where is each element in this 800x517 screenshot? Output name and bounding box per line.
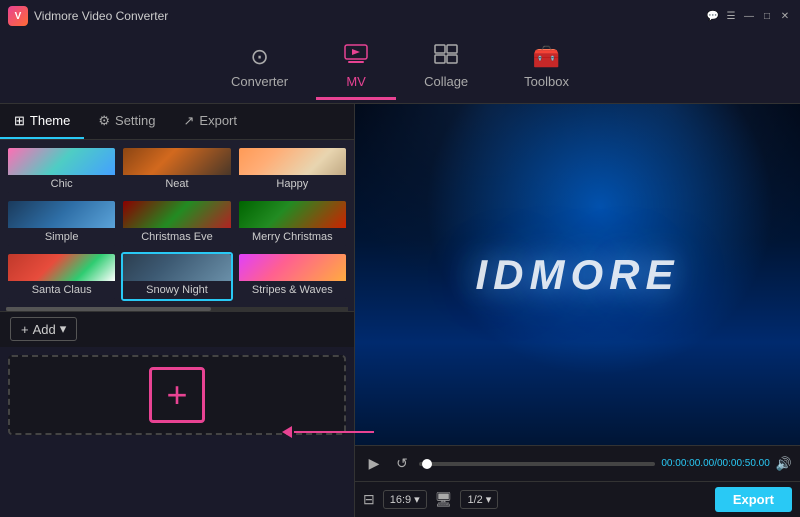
theme-card-christmas-eve[interactable]: Christmas Eve <box>121 199 232 248</box>
theme-grid: Chic Neat Happy Simple Christmas Eve Merry Ch… <box>0 140 354 307</box>
theme-label-simple: Simple <box>8 228 115 246</box>
theme-thumb-snowy-night <box>123 254 230 281</box>
theme-label-stripes-waves: Stripes & Waves <box>239 281 346 299</box>
time-display: 00:00:00.00/00:00:50.00 <box>661 458 769 469</box>
theme-label-chic: Chic <box>8 175 115 193</box>
left-panel: ⊞ Theme ⚙ Setting ↗ Export Chic Neat Happy… <box>0 104 355 517</box>
toolbox-icon: 🧰 <box>533 44 560 70</box>
export-tab-icon: ↗ <box>184 113 195 129</box>
nav-label-toolbox: Toolbox <box>524 74 569 89</box>
theme-tab-icon: ⊞ <box>14 113 25 129</box>
title-bar-left: V Vidmore Video Converter <box>8 6 168 26</box>
progress-dot <box>422 459 432 469</box>
stop-button[interactable]: ↺ <box>391 453 413 475</box>
theme-card-merry-christmas[interactable]: Merry Christmas <box>237 199 348 248</box>
main-content: ⊞ Theme ⚙ Setting ↗ Export Chic Neat Happy… <box>0 104 800 517</box>
mv-icon <box>344 44 368 70</box>
bottom-row: + <box>0 347 354 517</box>
tab-theme[interactable]: ⊞ Theme <box>0 104 84 139</box>
theme-thumb-chic <box>8 148 115 175</box>
preview-watermark: IDMORE <box>476 251 680 299</box>
theme-thumb-neat <box>123 148 230 175</box>
arrow-indicator <box>282 426 374 438</box>
theme-thumb-happy <box>239 148 346 175</box>
theme-label-happy: Happy <box>239 175 346 193</box>
nav-item-converter[interactable]: ⊙ Converter <box>203 36 316 100</box>
theme-card-simple[interactable]: Simple <box>6 199 117 248</box>
tab-setting-label: Setting <box>115 113 155 128</box>
add-icon: + <box>21 322 29 337</box>
tab-export[interactable]: ↗ Export <box>170 104 251 139</box>
preview-background: IDMORE <box>355 104 800 445</box>
theme-thumb-merry-christmas <box>239 201 346 228</box>
media-add-area[interactable]: + <box>8 355 346 435</box>
nav-item-mv[interactable]: MV <box>316 36 396 100</box>
theme-card-neat[interactable]: Neat <box>121 146 232 195</box>
maximize-button[interactable]: □ <box>760 9 774 23</box>
add-media-icon: + <box>166 374 187 416</box>
tab-setting[interactable]: ⚙ Setting <box>84 104 169 139</box>
theme-label-merry-christmas: Merry Christmas <box>239 228 346 246</box>
player-controls: ▶ ↺ 00:00:00.00/00:00:50.00 🔊 <box>355 445 800 481</box>
nav-label-collage: Collage <box>424 74 468 89</box>
theme-card-santa-claus[interactable]: Santa Claus <box>6 252 117 301</box>
minimize-button[interactable]: — <box>742 9 756 23</box>
arrow-line <box>294 431 374 433</box>
nav-label-mv: MV <box>346 74 366 89</box>
right-panel: IDMORE ▶ ↺ 00:00:00.00/00:00:50.00 🔊 ⊟ 1… <box>355 104 800 517</box>
preview-area: IDMORE <box>355 104 800 445</box>
menu-button[interactable]: ☰ <box>724 9 738 23</box>
volume-icon[interactable]: 🔊 <box>776 456 792 472</box>
ratio-value: 16:9 <box>390 494 411 506</box>
theme-thumb-simple <box>8 201 115 228</box>
theme-card-snowy-night[interactable]: Snowy Night <box>121 252 232 301</box>
arrow-head <box>282 426 292 438</box>
screen-dropdown-icon: ▾ <box>486 493 492 506</box>
collage-icon <box>434 44 458 70</box>
app-icon: V <box>8 6 28 26</box>
add-bar: + Add ▾ <box>0 311 354 347</box>
add-button[interactable]: + Add ▾ <box>10 317 77 341</box>
panel-tabs: ⊞ Theme ⚙ Setting ↗ Export <box>0 104 354 140</box>
setting-tab-icon: ⚙ <box>98 113 110 129</box>
export-button[interactable]: Export <box>715 487 792 512</box>
theme-label-neat: Neat <box>123 175 230 193</box>
screen-icon: 🖥 <box>435 491 453 508</box>
theme-card-chic[interactable]: Chic <box>6 146 117 195</box>
theme-card-stripes-waves[interactable]: Stripes & Waves <box>237 252 348 301</box>
play-button[interactable]: ▶ <box>363 453 385 475</box>
nav-bar: ⊙ Converter MV Collage 🧰 Toolbox <box>0 32 800 104</box>
theme-label-snowy-night: Snowy Night <box>123 281 230 299</box>
nav-label-converter: Converter <box>231 74 288 89</box>
bottom-bar: ⊟ 16:9 ▾ 🖥 1/2 ▾ Export <box>355 481 800 517</box>
ratio-selector[interactable]: 16:9 ▾ <box>383 490 427 509</box>
converter-icon: ⊙ <box>250 44 268 70</box>
nav-item-collage[interactable]: Collage <box>396 36 496 100</box>
theme-card-happy[interactable]: Happy <box>237 146 348 195</box>
theme-thumb-christmas-eve <box>123 201 230 228</box>
screen-selector[interactable]: 1/2 ▾ <box>460 490 498 509</box>
add-dropdown-icon: ▾ <box>60 321 67 337</box>
aspect-ratio-icon: ⊟ <box>363 491 375 508</box>
screen-value: 1/2 <box>467 494 482 506</box>
ratio-dropdown-icon: ▾ <box>414 493 420 506</box>
theme-thumb-santa-claus <box>8 254 115 281</box>
tab-export-label: Export <box>199 113 237 128</box>
close-button[interactable]: ✕ <box>778 9 792 23</box>
tab-theme-label: Theme <box>30 113 70 128</box>
theme-label-christmas-eve: Christmas Eve <box>123 228 230 246</box>
app-title: Vidmore Video Converter <box>34 9 168 23</box>
progress-bar[interactable] <box>419 462 655 466</box>
theme-thumb-stripes-waves <box>239 254 346 281</box>
title-bar: V Vidmore Video Converter 💬 ☰ — □ ✕ <box>0 0 800 32</box>
add-media-button[interactable]: + <box>149 367 205 423</box>
nav-item-toolbox[interactable]: 🧰 Toolbox <box>496 36 597 100</box>
add-label: Add <box>33 322 56 337</box>
chat-button[interactable]: 💬 <box>706 9 720 23</box>
title-bar-controls: 💬 ☰ — □ ✕ <box>706 9 792 23</box>
theme-label-santa-claus: Santa Claus <box>8 281 115 299</box>
